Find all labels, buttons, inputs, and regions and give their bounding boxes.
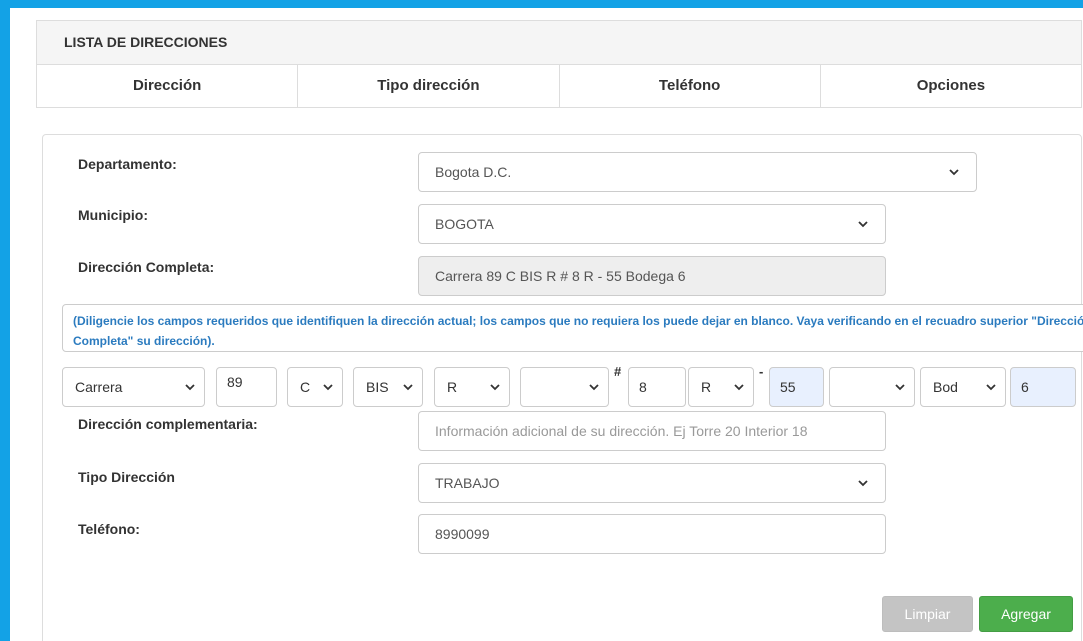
tipo-direccion-label: Tipo Dirección	[78, 469, 175, 485]
departamento-select[interactable]: Bogota D.C.	[418, 152, 977, 192]
via-type-value: Carrera	[75, 379, 123, 395]
plate-number-value: 55	[780, 379, 796, 395]
column-header-tipo-direccion: Tipo dirección	[298, 65, 560, 107]
bis-value: BIS	[366, 379, 389, 395]
direccion-completa-value: Carrera 89 C BIS R # 8 R - 55 Bodega 6	[435, 268, 686, 284]
chevron-down-icon	[184, 381, 196, 393]
municipio-value: BOGOTA	[435, 216, 494, 232]
chevron-down-icon	[588, 381, 600, 393]
complement-type-value: Bod	[933, 379, 958, 395]
add-button[interactable]: Agregar	[979, 596, 1073, 632]
complement-type-select[interactable]: Bod	[920, 367, 1006, 407]
tipo-direccion-select[interactable]: TRABAJO	[418, 463, 886, 503]
clear-button[interactable]: Limpiar	[882, 596, 973, 632]
column-header-opciones: Opciones	[916, 77, 986, 94]
via-type-select[interactable]: Carrera	[62, 367, 205, 407]
hash-symbol: #	[614, 364, 622, 379]
column-header-telefono: Teléfono	[560, 65, 821, 107]
departamento-value: Bogota D.C.	[435, 164, 512, 180]
chevron-down-icon	[948, 166, 960, 178]
cross-quadrant-select[interactable]	[829, 367, 915, 407]
bis-letter-select[interactable]: R	[434, 367, 510, 407]
via-letter-select[interactable]: C	[287, 367, 343, 407]
chevron-down-icon	[894, 381, 906, 393]
telefono-value: 8990099	[435, 526, 490, 542]
bis-select[interactable]: BIS	[353, 367, 423, 407]
municipio-label: Municipio:	[78, 207, 148, 223]
page-frame: LISTA DE DIRECCIONES Dirección Tipo dire…	[10, 8, 1083, 641]
address-list-header: Dirección Tipo dirección Teléfono Opcion…	[37, 65, 1081, 107]
direccion-completa-label: Dirección Completa:	[78, 259, 215, 275]
bis-letter-value: R	[447, 379, 458, 395]
complementaria-input[interactable]: Información adicional de su dirección. E…	[418, 411, 886, 451]
complement-value-input[interactable]: 6	[1010, 367, 1076, 407]
dash-symbol: -	[759, 364, 764, 379]
cross-letter-select[interactable]: R	[688, 367, 754, 407]
chevron-down-icon	[402, 381, 414, 393]
quadrant-select[interactable]	[520, 367, 609, 407]
chevron-down-icon	[489, 381, 501, 393]
municipio-select[interactable]: BOGOTA	[418, 204, 886, 244]
chevron-down-icon	[322, 381, 334, 393]
column-header-direccion: Dirección	[37, 65, 299, 107]
complementaria-label: Dirección complementaria:	[78, 416, 258, 432]
chevron-down-icon	[733, 381, 745, 393]
telefono-input[interactable]: 8990099	[418, 514, 886, 554]
departamento-label: Departamento:	[78, 156, 177, 172]
cross-letter-value: R	[701, 379, 712, 395]
telefono-label: Teléfono:	[78, 521, 140, 537]
address-list-title: LISTA DE DIRECCIONES	[37, 21, 1081, 65]
chevron-down-icon	[985, 381, 997, 393]
complementaria-placeholder: Información adicional de su dirección. E…	[435, 423, 808, 439]
complement-value: 6	[1021, 379, 1029, 395]
chevron-down-icon	[857, 218, 869, 230]
cross-number-value: 8	[639, 379, 647, 395]
address-list-panel: LISTA DE DIRECCIONES Dirección Tipo dire…	[36, 20, 1082, 108]
tipo-direccion-value: TRABAJO	[435, 475, 500, 491]
cross-number-input[interactable]: 8	[628, 367, 686, 407]
via-letter-value: C	[300, 379, 311, 395]
plate-number-input[interactable]: 55	[769, 367, 824, 407]
direccion-completa-field: Carrera 89 C BIS R # 8 R - 55 Bodega 6	[418, 256, 886, 296]
address-hint: (Diligencie los campos requeridos que id…	[62, 304, 1083, 352]
chevron-down-icon	[857, 477, 869, 489]
via-number-input[interactable]: 89	[216, 367, 277, 407]
via-number-value: 89	[227, 374, 243, 390]
